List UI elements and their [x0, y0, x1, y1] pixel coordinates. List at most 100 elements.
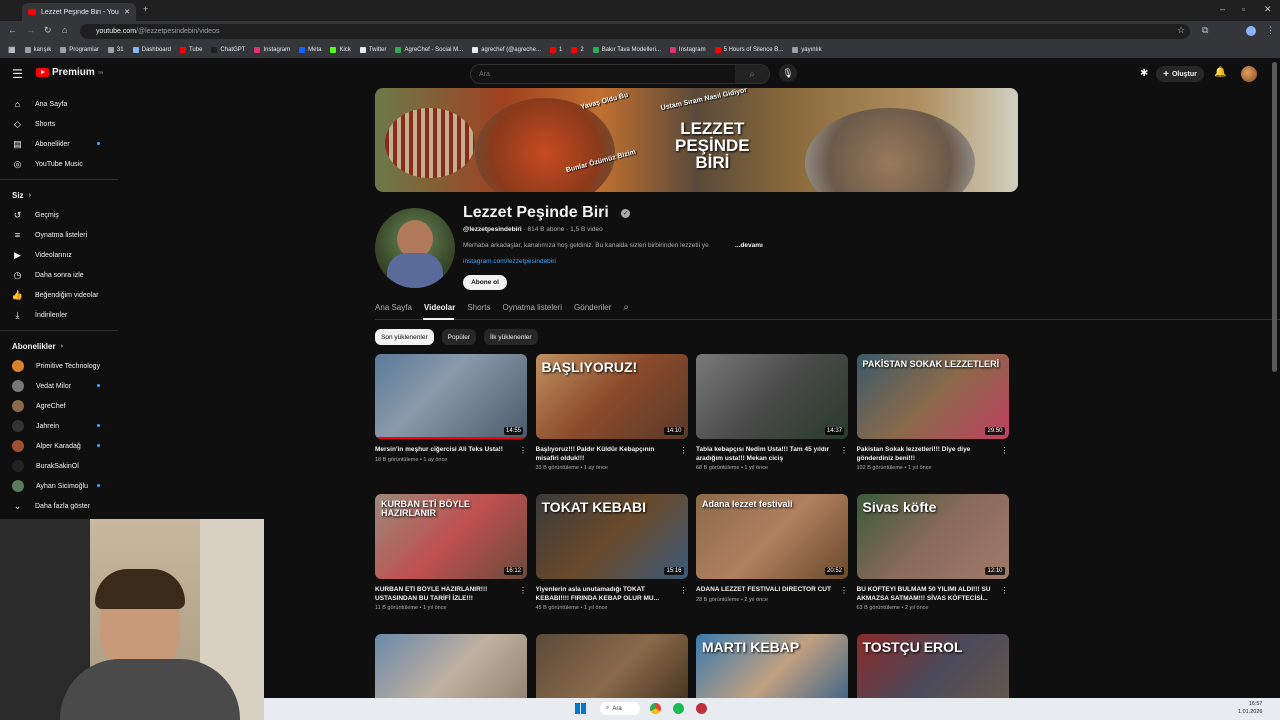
sidebar-item[interactable]: Vedat Milor: [0, 376, 118, 396]
channel-tab[interactable]: Ana Sayfa: [375, 303, 412, 312]
chrome-taskbar-icon[interactable]: [650, 703, 661, 714]
back-icon[interactable]: ←: [8, 26, 17, 35]
video-card[interactable]: Adana lezzet festivali 20:52 ADANA LEZZET …: [696, 494, 848, 603]
bookmark-item[interactable]: agrechef (@agreche...: [472, 46, 541, 53]
youtube-premium-logo[interactable]: Premium TR: [36, 67, 103, 78]
bookmark-item[interactable]: Dashboard: [132, 46, 171, 53]
bookmark-item[interactable]: Bakır Tava Modelleri...: [592, 46, 661, 53]
bookmark-item[interactable]: Meta: [299, 46, 321, 53]
sidebar-subscriptions-header[interactable]: Abonelikler ›: [0, 336, 118, 356]
bookmark-item[interactable]: 1: [549, 46, 562, 53]
windows-start-icon[interactable]: [575, 703, 586, 714]
channel-tab[interactable]: Gönderiler: [574, 303, 611, 312]
channel-tab[interactable]: Videolar: [424, 303, 455, 312]
close-tab-icon[interactable]: ✕: [124, 8, 130, 16]
maximize-icon[interactable]: ▫: [1242, 5, 1245, 14]
sort-chip[interactable]: Popüler: [441, 329, 477, 345]
cast-icon[interactable]: ✱: [1140, 68, 1148, 79]
taskbar-clock[interactable]: 16:57 1.01.2026: [1238, 700, 1262, 716]
sidebar-item[interactable]: ⌂ Ana Sayfa: [0, 94, 118, 114]
profile-icon[interactable]: [1246, 26, 1256, 36]
video-menu-icon[interactable]: ⋮: [1001, 446, 1009, 455]
video-card[interactable]: BAŞLIYORUZ! 14:10 Başlıyoruz!!! Paldır Kül…: [535, 354, 688, 471]
video-title[interactable]: BU KÖFTEYİ BULMAM 50 YILIMI ALDI!!! SU A…: [857, 586, 997, 603]
bookmark-item[interactable]: AgreChef - Social M...: [395, 46, 463, 53]
bookmark-item[interactable]: Instagram: [254, 46, 290, 53]
reload-icon[interactable]: ↻: [44, 26, 52, 35]
channel-tab[interactable]: Shorts: [467, 303, 490, 312]
new-tab-icon[interactable]: +: [143, 5, 148, 14]
sidebar-item[interactable]: ↺ Geçmiş: [0, 205, 118, 225]
video-menu-icon[interactable]: ⋮: [1001, 586, 1009, 595]
sidebar-you-header[interactable]: Siz ›: [0, 185, 118, 205]
video-thumbnail[interactable]: PAKİSTAN SOKAK LEZZETLERİ 29:50: [856, 354, 1009, 439]
sidebar-item[interactable]: ◇ Shorts: [0, 114, 118, 134]
bookmark-item[interactable]: 2: [571, 46, 584, 53]
sidebar-item[interactable]: Alper Karadağ: [0, 436, 118, 456]
sidebar-item[interactable]: AgreChef: [0, 396, 118, 416]
sort-chip[interactable]: İlk yüklenenler: [484, 329, 538, 345]
video-menu-icon[interactable]: ⋮: [680, 446, 688, 455]
video-menu-icon[interactable]: ⋮: [519, 586, 527, 595]
channel-description[interactable]: Merhaba arkadaşlar, kanalımıza hoş geldi…: [463, 242, 709, 249]
video-card[interactable]: Sivas köfte 12:10 BU KÖFTEYİ BULMAM 50 YIL…: [856, 494, 1009, 611]
bookmark-item[interactable]: yayınlık: [792, 46, 822, 53]
bookmark-star-icon[interactable]: ☆: [1177, 26, 1185, 35]
voice-search-button[interactable]: 🎙: [779, 64, 797, 82]
taskbar-search[interactable]: ⌕ Ara: [600, 702, 640, 715]
video-menu-icon[interactable]: ⋮: [680, 586, 688, 595]
bookmark-item[interactable]: 31: [107, 46, 124, 53]
description-more-link[interactable]: ...devamı: [735, 242, 763, 249]
video-card[interactable]: KURBAN ETİ BÖYLE HAZIRLANIR 16:12 KURBAN E…: [375, 494, 527, 611]
channel-tab[interactable]: Oynatma listeleri: [502, 303, 562, 312]
sidebar-item[interactable]: ▶ Videolarınız: [0, 245, 118, 265]
close-window-icon[interactable]: ✕: [1264, 5, 1272, 14]
video-card[interactable]: 14:37 Tabla kebapçısı Nedim Usta!!! Tam 4…: [696, 354, 848, 471]
account-avatar[interactable]: [1241, 66, 1257, 82]
minimize-icon[interactable]: –: [1220, 5, 1225, 14]
video-menu-icon[interactable]: ⋮: [840, 446, 848, 455]
home-browser-icon[interactable]: ⌂: [62, 26, 67, 35]
sidebar-item[interactable]: ⤓ İndirilenler: [0, 305, 118, 325]
video-title[interactable]: Yiyenlerin asla unutamadığı TOKAT KEBABI…: [536, 586, 676, 603]
video-card[interactable]: PAKİSTAN SOKAK LEZZETLERİ 29:50 Pakistan S…: [856, 354, 1009, 471]
video-card[interactable]: 14:55 Mersin'in meşhur ciğercisi Ali Teks…: [375, 354, 527, 463]
sidebar-item[interactable]: BurakSakinOl: [0, 456, 118, 476]
bookmark-item[interactable]: Twitter: [359, 46, 386, 53]
sidebar-item[interactable]: Primitive Technology: [0, 356, 118, 376]
video-title[interactable]: ADANA LEZZET FESTİVALİ DIRECTOR CUT: [696, 586, 836, 595]
video-thumbnail[interactable]: Sivas köfte 12:10: [856, 494, 1009, 579]
channel-avatar[interactable]: [375, 208, 455, 288]
video-thumbnail[interactable]: BAŞLIYORUZ! 14:10: [535, 354, 688, 439]
video-title[interactable]: Mersin'in meşhur ciğercisi Ali Teks Usta…: [375, 446, 515, 455]
bookmark-item[interactable]: Kick: [330, 46, 351, 53]
video-thumbnail[interactable]: KURBAN ETİ BÖYLE HAZIRLANIR 16:12: [375, 494, 527, 579]
video-thumbnail[interactable]: Adana lezzet festivali 20:52: [696, 494, 848, 579]
channel-link[interactable]: instagram.com/lezzetpesindebiri: [463, 258, 556, 265]
sidebar-item[interactable]: ▤ Abonelikler: [0, 134, 118, 154]
notifications-bell-icon[interactable]: 🔔: [1214, 67, 1226, 78]
bookmark-item[interactable]: 5 Hours of Silence B...: [714, 46, 783, 53]
bookmark-item[interactable]: ChatGPT: [211, 46, 245, 53]
address-bar[interactable]: youtube.com/@lezzetpesindebiri/videos: [80, 24, 1190, 39]
video-thumbnail[interactable]: 14:37: [696, 354, 848, 439]
video-title[interactable]: Başlıyoruz!!! Paldır Küldür Kebapçının m…: [536, 446, 676, 463]
subscribe-button[interactable]: Abone ol: [463, 275, 507, 290]
channel-search-icon[interactable]: ⌕: [623, 302, 629, 313]
sidebar-item[interactable]: 👍 Beğendiğim videolar: [0, 285, 118, 305]
sort-chip[interactable]: Son yüklenenler: [375, 329, 434, 345]
browser-tab[interactable]: Lezzet Peşinde Biri - YouTube ✕: [22, 3, 136, 21]
search-button[interactable]: ⌕: [735, 65, 769, 83]
video-menu-icon[interactable]: ⋮: [519, 446, 527, 455]
bookmark-item[interactable]: Tube: [179, 46, 202, 53]
sidebar-item[interactable]: ≡ Oynatma listeleri: [0, 225, 118, 245]
video-title[interactable]: Tabla kebapçısı Nedim Usta!!! Tam 45 yıl…: [696, 446, 836, 463]
show-more-button[interactable]: ⌄ Daha fazla göster: [0, 496, 118, 516]
video-card[interactable]: TOKAT KEBABI 15:16 Yiyenlerin asla unutama…: [535, 494, 688, 611]
search-input[interactable]: Ara ⌕: [470, 64, 770, 84]
sidebar-item[interactable]: Ayhan Sicimoğlu: [0, 476, 118, 496]
app-taskbar-icon[interactable]: [696, 703, 707, 714]
video-title[interactable]: KURBAN ETİ BÖYLE HAZIRLANIR!!! USTASINDA…: [375, 586, 515, 603]
extensions-icon[interactable]: ⧉: [1202, 26, 1208, 35]
sidebar-item[interactable]: Jahrein: [0, 416, 118, 436]
